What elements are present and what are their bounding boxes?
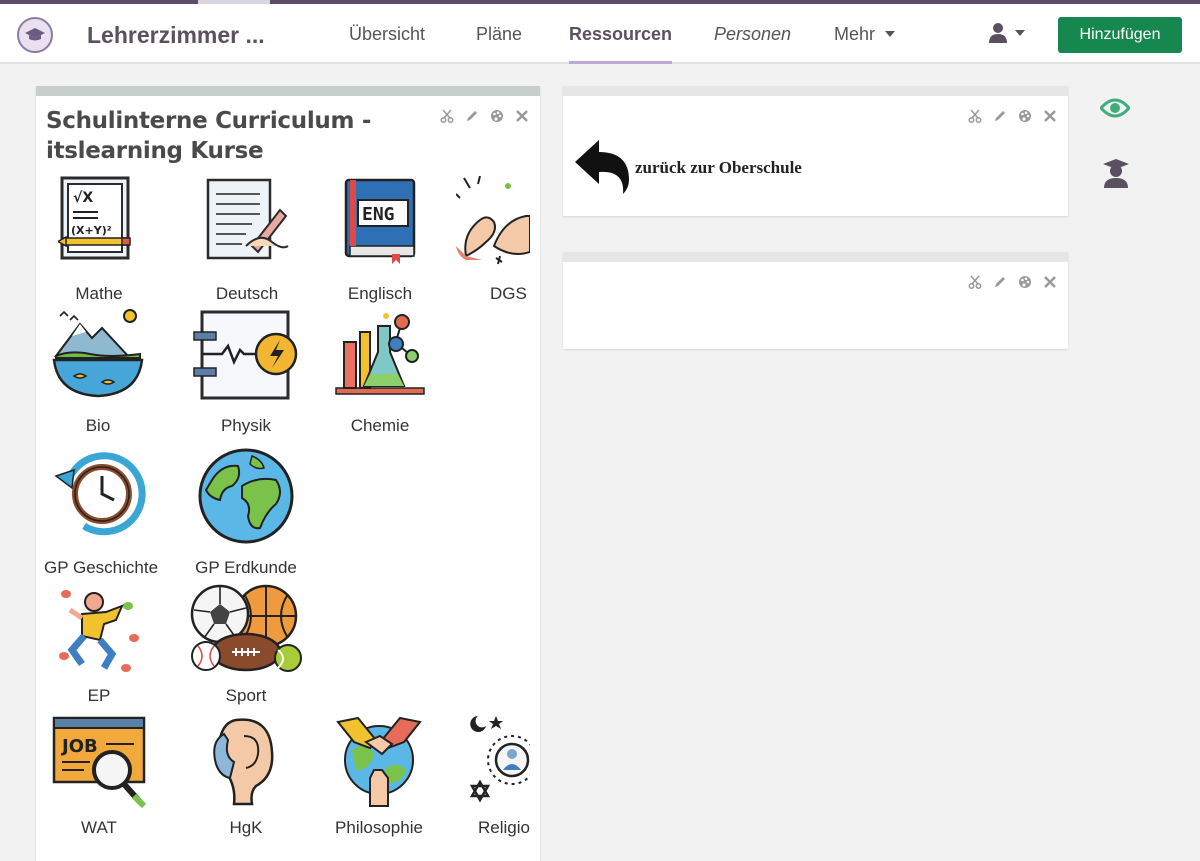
palette-icon[interactable] [1017,274,1033,290]
nav-tab-more[interactable]: Mehr [834,4,896,64]
course-grid: √X (X+Y)² Mathe Deutsch ENG Englisch DGS… [36,96,540,861]
sign-language-icon [456,176,530,266]
circuit-icon [188,308,304,404]
curriculum-panel: Schulinterne Curriculum - itslearning Ku… [36,86,540,861]
course-label: Religion [478,818,530,837]
lab-flask-icon [330,308,430,400]
ecosystem-icon [50,306,146,398]
svg-text:√X: √X [73,190,93,206]
sports-balls-icon [188,582,304,676]
course-label: Mathe [75,284,123,303]
nav-tab-overview[interactable]: Übersicht [349,4,425,64]
course-label: HgK [229,818,263,837]
globe-icon [192,446,300,546]
math-icon: √X (X+Y)² [58,176,138,266]
religions-icon [460,710,530,810]
header: Lehrerzimmer ... Übersicht Pläne Ressour… [0,4,1200,64]
back-link-text: zurück zur Oberschule [635,158,802,177]
svg-text:(X+Y)²: (X+Y)² [71,224,112,237]
back-link-panel: zurück zur Oberschule [563,86,1068,216]
scissors-icon[interactable] [967,108,983,124]
writing-icon [202,176,292,266]
teacher-icon[interactable] [1102,158,1130,188]
hearing-icon [206,712,286,810]
course-label: Sport [225,686,267,705]
climber-icon [56,584,142,676]
course-label: WAT [81,818,117,837]
nav-tab-resources[interactable]: Ressourcen [569,4,673,64]
nav-more-label: Mehr [834,23,876,44]
graduation-cap-icon[interactable] [17,17,53,53]
chevron-down-icon [885,31,896,37]
nav-tab-people[interactable]: Personen [714,4,791,64]
user-menu[interactable] [988,22,1025,44]
pencil-icon[interactable] [992,108,1008,124]
add-button[interactable]: Hinzufügen [1058,17,1182,53]
pencil-icon[interactable] [992,274,1008,290]
book-badge-text: ENG [362,204,395,225]
eye-icon[interactable] [1100,96,1130,120]
panel-toolbar [967,108,1058,124]
back-arrow-icon [575,140,629,194]
close-icon[interactable] [1042,108,1058,124]
empty-panel [563,252,1068,349]
history-clock-icon [50,442,150,542]
course-label: Philosophie [335,818,423,837]
back-to-school-link[interactable]: zurück zur Oberschule [573,136,802,196]
course-label: Bio [85,416,111,435]
app-title[interactable]: Lehrerzimmer ... [87,22,265,49]
course-label: Chemie [350,416,410,435]
course-label: DGS [490,284,527,303]
scissors-icon[interactable] [967,274,983,290]
course-label: Englisch [347,284,413,303]
course-label: GP Geschichte [44,558,159,577]
panel-toolbar [967,274,1058,290]
course-label: GP Erdkunde [195,558,297,577]
job-search-icon: JOB [50,714,148,810]
palette-icon[interactable] [1017,108,1033,124]
job-badge-text: JOB [60,736,98,757]
chevron-down-icon [1015,30,1025,36]
course-label: Physik [220,416,272,435]
user-icon [989,23,1007,43]
course-label: EP [87,686,111,705]
book-icon: ENG [342,176,418,266]
close-icon[interactable] [1042,274,1058,290]
unity-hands-icon [330,710,428,810]
course-label: Deutsch [215,284,279,303]
nav-tab-plans[interactable]: Pläne [476,4,522,64]
